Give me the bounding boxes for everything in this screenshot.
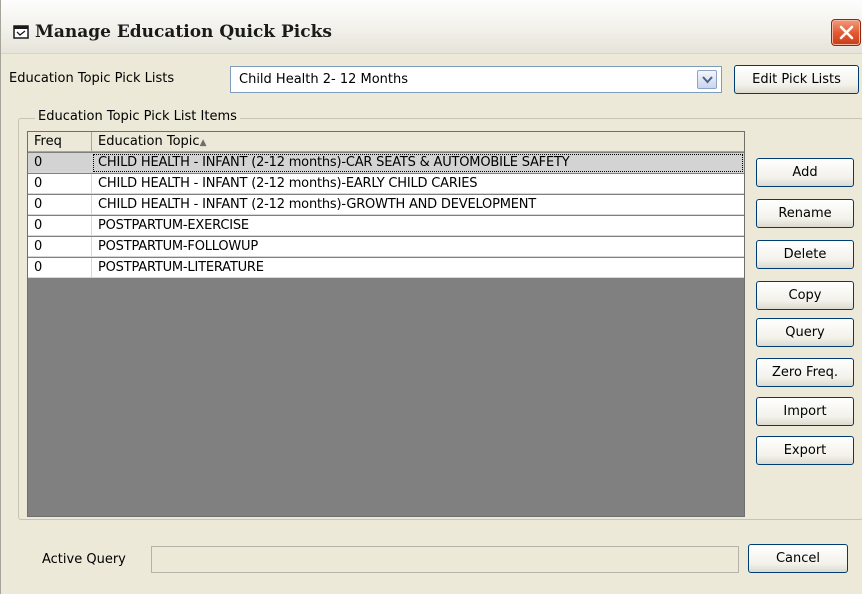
freq-cell: 0 (28, 195, 92, 215)
active-query-label: Active Query (42, 552, 126, 567)
topic-cell: POSTPARTUM-LITERATURE (98, 260, 264, 275)
query-button[interactable]: Query (756, 318, 854, 347)
pick-list-dropdown[interactable]: Child Health 2- 12 Months (230, 66, 722, 93)
grid-header: Freq Education Topic▲ (28, 132, 744, 152)
topic-cell: POSTPARTUM-FOLLOWUP (98, 239, 258, 254)
table-row[interactable]: 0 POSTPARTUM-FOLLOWUP (28, 237, 744, 257)
table-row[interactable]: 0 CHILD HEALTH - INFANT (2-12 months)-EA… (28, 174, 744, 194)
freq-cell: 0 (28, 237, 92, 257)
add-button[interactable]: Add (756, 158, 854, 187)
topic-cell: CHILD HEALTH - INFANT (2-12 months)-GROW… (98, 197, 537, 212)
cancel-button[interactable]: Cancel (748, 544, 848, 573)
freq-cell: 0 (28, 216, 92, 236)
column-header-topic-label: Education Topic (98, 134, 200, 149)
export-button[interactable]: Export (756, 436, 854, 465)
table-row[interactable]: 0 CHILD HEALTH - INFANT (2-12 months)-GR… (28, 195, 744, 215)
freq-cell: 0 (28, 153, 92, 173)
topic-cell: CHILD HEALTH - INFANT (2-12 months)-EARL… (98, 176, 478, 191)
window-icon (13, 25, 29, 39)
rename-button[interactable]: Rename (756, 199, 854, 228)
window-title: Manage Education Quick Picks (35, 22, 332, 42)
topic-cell: CHILD HEALTH - INFANT (2-12 months)-CAR … (92, 153, 744, 173)
table-row[interactable]: 0 CHILD HEALTH - INFANT (2-12 months)-CA… (28, 153, 744, 173)
column-header-education-topic[interactable]: Education Topic▲ (92, 132, 744, 152)
close-icon (839, 25, 854, 40)
column-header-freq-label: Freq (34, 134, 62, 149)
table-row[interactable]: 0 POSTPARTUM-LITERATURE (28, 258, 744, 278)
edit-pick-lists-button[interactable]: Edit Pick Lists (734, 65, 859, 94)
manage-education-quick-picks-dialog: Manage Education Quick Picks Education T… (0, 0, 862, 594)
freq-cell: 0 (28, 174, 92, 194)
pick-list-label: Education Topic Pick Lists (9, 71, 175, 86)
table-row[interactable]: 0 POSTPARTUM-EXERCISE (28, 216, 744, 236)
column-header-freq[interactable]: Freq (28, 132, 92, 152)
delete-button[interactable]: Delete (756, 240, 854, 269)
group-title: Education Topic Pick List Items (35, 109, 240, 124)
chevron-down-icon (702, 76, 713, 84)
education-topics-grid[interactable]: Freq Education Topic▲ 0 CHILD HEALTH - I… (27, 131, 745, 517)
import-button[interactable]: Import (756, 397, 854, 426)
dropdown-arrow-button[interactable] (697, 70, 717, 89)
zero-freq-button[interactable]: Zero Freq. (756, 358, 854, 387)
title-bar: Manage Education Quick Picks (1, 0, 862, 54)
topic-cell: POSTPARTUM-EXERCISE (98, 218, 249, 233)
pick-list-selected-value: Child Health 2- 12 Months (239, 72, 409, 87)
copy-button[interactable]: Copy (756, 281, 854, 310)
freq-cell: 0 (28, 258, 92, 278)
sort-ascending-icon: ▲ (199, 138, 207, 148)
active-query-field (151, 546, 739, 573)
close-button[interactable] (831, 19, 861, 46)
